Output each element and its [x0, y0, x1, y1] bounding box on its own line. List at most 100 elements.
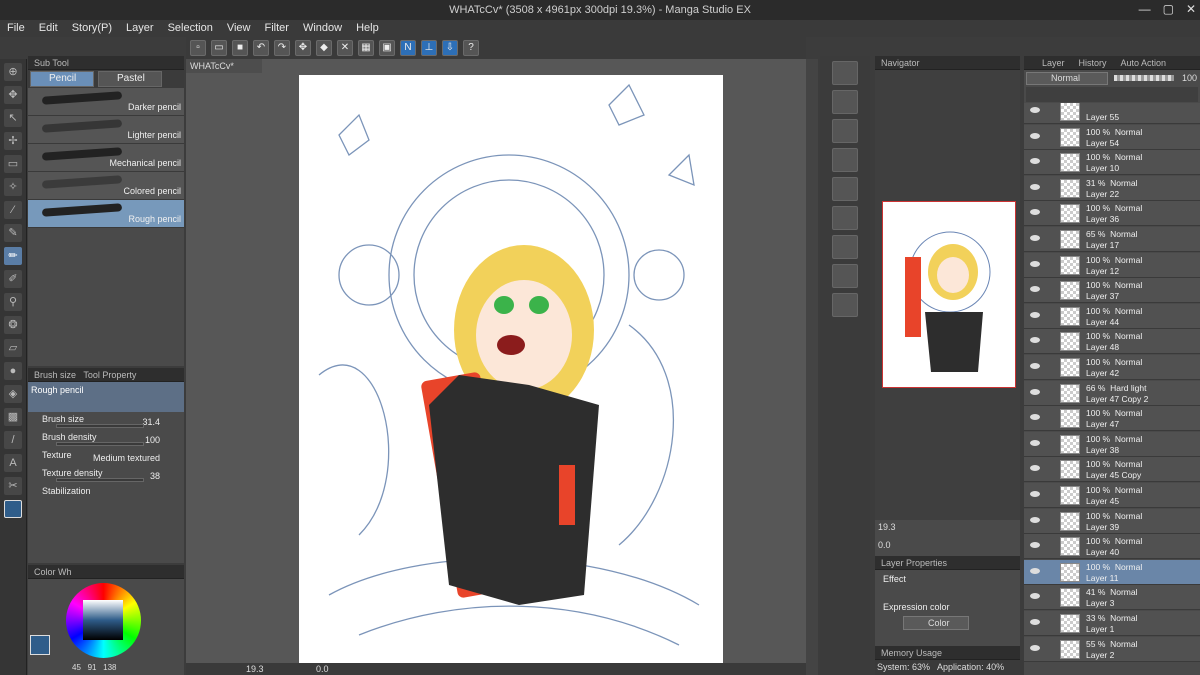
save-icon[interactable]: ■ — [232, 40, 248, 56]
brush-size-row[interactable]: Brush size 31.4 — [28, 412, 184, 430]
clear-icon[interactable]: ✕ — [337, 40, 353, 56]
visibility-icon[interactable] — [1030, 132, 1040, 139]
layer-row[interactable]: Layer 55 — [1024, 103, 1200, 124]
canvas-angle[interactable]: 0.0 — [316, 664, 329, 674]
texture-row[interactable]: Texture Medium textured — [28, 448, 184, 466]
layer-row[interactable]: 33 % Normal Layer 1 — [1024, 611, 1200, 636]
tab-pastel[interactable]: Pastel — [98, 71, 162, 87]
eraser-icon[interactable]: ▱ — [4, 339, 22, 357]
layer-row[interactable]: 100 % Normal Layer 48 — [1024, 329, 1200, 355]
canvas-paper[interactable] — [299, 75, 723, 665]
brush-colored-pencil[interactable]: Colored pencil — [28, 172, 184, 200]
decoration-icon[interactable]: ❂ — [4, 316, 22, 334]
snap-icon[interactable]: ⊥ — [421, 40, 437, 56]
new-file-icon[interactable]: ▫ — [190, 40, 206, 56]
help-icon[interactable]: ? — [463, 40, 479, 56]
selection-icon[interactable]: ▭ — [4, 155, 22, 173]
panel-toggle-icon[interactable] — [832, 90, 858, 114]
expression-color-select[interactable]: Color — [903, 616, 969, 630]
blend-icon[interactable]: ● — [4, 362, 22, 380]
layer-row[interactable]: 41 % Normal Layer 3 — [1024, 585, 1200, 611]
ruler-icon[interactable]: N — [400, 40, 416, 56]
visibility-icon[interactable] — [1030, 363, 1040, 369]
move-layer-icon[interactable]: ✢ — [4, 132, 22, 150]
menu-window[interactable]: Window — [296, 20, 349, 37]
visibility-icon[interactable] — [1030, 644, 1040, 651]
pen-icon[interactable]: ✎ — [4, 224, 22, 242]
layer-row[interactable]: 100 % Normal Layer 45 Copy — [1024, 457, 1200, 483]
layer-row[interactable]: 100 % Normal Layer 44 — [1024, 303, 1200, 329]
tab-tool-property[interactable]: Tool Property — [83, 370, 136, 380]
layer-row[interactable]: 100 % Normal Layer 39 — [1024, 508, 1200, 534]
menu-story[interactable]: Story(P) — [65, 20, 119, 37]
brush-icon[interactable]: ✐ — [4, 270, 22, 288]
menu-file[interactable]: File — [0, 20, 32, 37]
menu-edit[interactable]: Edit — [32, 20, 65, 37]
brush-lighter-pencil[interactable]: Lighter pencil — [28, 116, 184, 144]
tab-auto-action[interactable]: Auto Action — [1121, 56, 1167, 69]
layer-row[interactable]: 100 % Normal Layer 12 — [1024, 252, 1200, 278]
layer-row[interactable]: 100 % Normal Layer 40 — [1024, 534, 1200, 560]
brush-density-slider[interactable] — [56, 442, 144, 446]
tab-pencil[interactable]: Pencil — [30, 71, 94, 87]
redo-icon[interactable]: ↷ — [274, 40, 290, 56]
visibility-icon[interactable] — [1030, 439, 1040, 446]
canvas-zoom[interactable]: 19.3 — [246, 664, 264, 674]
texture-density-slider[interactable] — [56, 478, 144, 482]
stabilization-row[interactable]: Stabilization — [28, 484, 184, 502]
visibility-icon[interactable] — [1030, 209, 1040, 216]
layer-row[interactable]: 100 % Normal Layer 47 — [1024, 406, 1200, 432]
visibility-icon[interactable] — [1030, 491, 1040, 497]
menu-view[interactable]: View — [220, 20, 258, 37]
visibility-icon[interactable] — [1030, 107, 1040, 113]
layer-row[interactable]: 100 % Normal Layer 36 — [1024, 201, 1200, 227]
panel-toggle-icon[interactable] — [832, 119, 858, 143]
tab-history[interactable]: History — [1079, 56, 1107, 69]
layer-row[interactable]: 100 % Normal Layer 38 — [1024, 431, 1200, 457]
opacity-slider[interactable] — [1114, 75, 1174, 81]
maximize-button[interactable]: ▢ — [1163, 2, 1174, 16]
brush-size-slider[interactable] — [56, 424, 144, 428]
main-color-icon[interactable] — [4, 500, 22, 518]
visibility-icon[interactable] — [1030, 593, 1040, 600]
layer-row[interactable]: 100 % Normal Layer 45 — [1024, 483, 1200, 508]
panel-toggle-icon[interactable] — [832, 177, 858, 201]
gradient-icon[interactable]: ▩ — [4, 408, 22, 426]
airbrush-icon[interactable]: ⚲ — [4, 293, 22, 311]
visibility-icon[interactable] — [1030, 235, 1040, 241]
undo-icon[interactable]: ↶ — [253, 40, 269, 56]
document-tab[interactable]: WHATcCv* — [186, 59, 262, 73]
minimize-button[interactable]: — — [1139, 2, 1151, 16]
visibility-icon[interactable] — [1030, 260, 1040, 267]
close-button[interactable]: ✕ — [1186, 2, 1196, 16]
layer-row[interactable]: 100 % Normal Layer 10 — [1024, 150, 1200, 176]
main-color-swatch[interactable] — [30, 635, 50, 655]
pencil-icon[interactable]: ✏ — [4, 247, 22, 265]
layer-row[interactable]: 66 % Hard light Layer 47 Copy 2 — [1024, 380, 1200, 406]
brush-darker-pencil[interactable]: Darker pencil — [28, 88, 184, 116]
panel-toggle-icon[interactable] — [832, 61, 858, 85]
saturation-square[interactable] — [83, 600, 123, 640]
panel-toggle-icon[interactable] — [832, 206, 858, 230]
text-icon[interactable]: A — [4, 454, 22, 472]
panel-toggle-icon[interactable] — [832, 235, 858, 259]
visibility-icon[interactable] — [1030, 567, 1040, 574]
transform-icon[interactable]: ✥ — [295, 40, 311, 56]
visibility-icon[interactable] — [1030, 337, 1040, 344]
layer-row[interactable]: 100 % Normal Layer 42 — [1024, 355, 1200, 380]
visibility-icon[interactable] — [1030, 183, 1040, 190]
auto-select-icon[interactable]: ✧ — [4, 178, 22, 196]
layer-row[interactable]: 100 % Normal Layer 37 — [1024, 278, 1200, 304]
fill-bucket-icon[interactable]: ◈ — [4, 385, 22, 403]
menu-help[interactable]: Help — [349, 20, 386, 37]
layer-row[interactable]: 55 % Normal Layer 2 — [1024, 636, 1200, 662]
open-file-icon[interactable]: ▭ — [211, 40, 227, 56]
tab-layer[interactable]: Layer — [1042, 56, 1065, 69]
visibility-icon[interactable] — [1030, 619, 1040, 625]
tab-brush-size[interactable]: Brush size — [34, 370, 76, 380]
panel-toggle-icon[interactable] — [832, 264, 858, 288]
menu-layer[interactable]: Layer — [119, 20, 161, 37]
navigator-thumbnail[interactable] — [882, 201, 1016, 388]
zoom-icon[interactable]: ⊕ — [4, 63, 22, 81]
visibility-icon[interactable] — [1030, 158, 1040, 165]
